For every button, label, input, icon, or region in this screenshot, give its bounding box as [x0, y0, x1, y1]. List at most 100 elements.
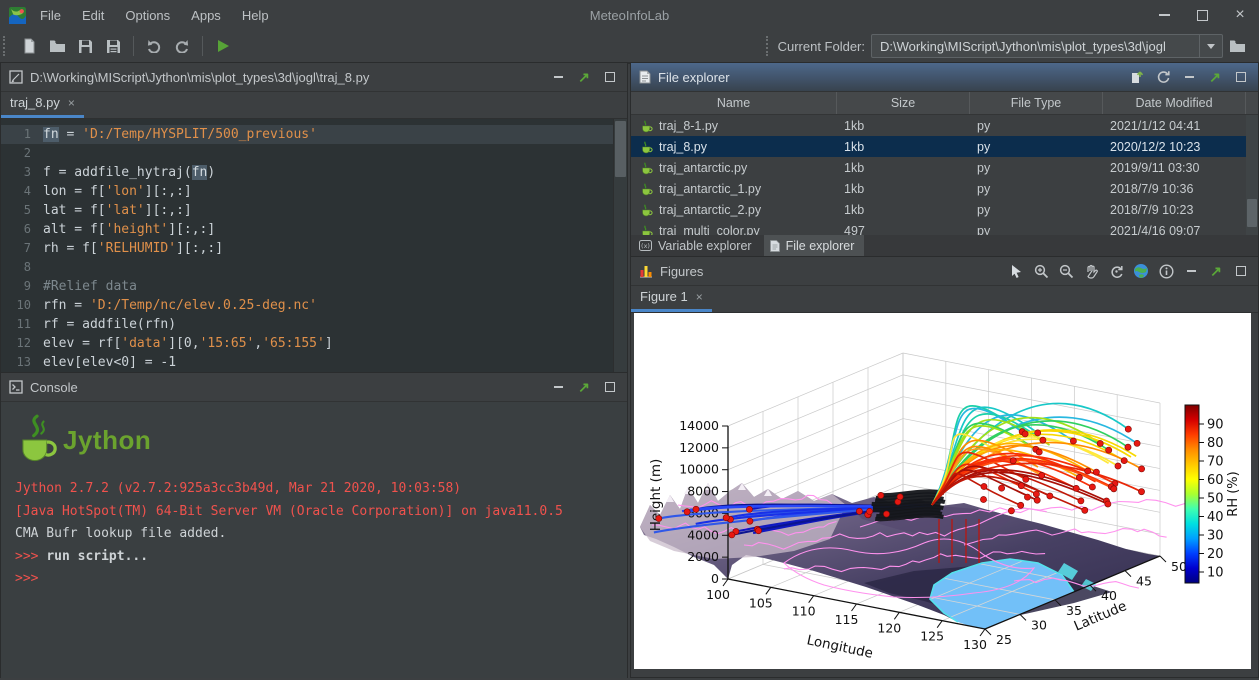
figure-tab-close-icon[interactable]: ×: [696, 290, 703, 304]
console-minimize-button[interactable]: [547, 376, 569, 398]
code-editor-area[interactable]: 1fn = 'D:/Temp/HYSPLIT/500_previous'23f …: [1, 119, 627, 372]
current-folder-label: Current Folder:: [778, 39, 865, 54]
editor-tab-traj8[interactable]: traj_8.py ×: [1, 90, 84, 118]
redo-icon: [174, 39, 190, 53]
code-line[interactable]: 9#Relief data: [1, 277, 627, 296]
pan-tool-button[interactable]: [1080, 260, 1102, 282]
rotate-tool-button[interactable]: [1105, 260, 1127, 282]
code-line[interactable]: 10rfn = 'D:/Temp/nc/elev.0.25-deg.nc': [1, 296, 627, 315]
window-close-button[interactable]: ×: [1221, 0, 1259, 30]
menu-options[interactable]: Options: [125, 8, 170, 23]
menu-help[interactable]: Help: [242, 8, 269, 23]
tab-variable-explorer[interactable]: (x)Variable explorer: [633, 235, 762, 256]
globe-icon: [1133, 263, 1149, 279]
python-file-icon: [640, 182, 654, 196]
python-file-icon: [640, 119, 654, 133]
code-line[interactable]: 12elev = rf['data'][0,'15:65','65:155']: [1, 334, 627, 353]
save-as-button[interactable]: [100, 34, 126, 58]
colorbar-label: RH (%): [1226, 471, 1241, 516]
code-line[interactable]: 1fn = 'D:/Temp/HYSPLIT/500_previous': [1, 125, 627, 144]
window-minimize-button[interactable]: [1145, 0, 1183, 30]
info-tool-button[interactable]: [1155, 260, 1177, 282]
column-header-file-type[interactable]: File Type: [970, 92, 1103, 114]
line-number: 11: [1, 315, 43, 334]
menu-apps[interactable]: Apps: [191, 8, 221, 23]
console-float-button[interactable]: ↗: [573, 376, 595, 398]
console-maximize-button[interactable]: [599, 376, 621, 398]
figures-minimize-button[interactable]: [1180, 260, 1202, 282]
console-body[interactable]: Jython Jython 2.7.2 (v2.7.2:925a3cc3b49d…: [1, 402, 627, 678]
code-line[interactable]: 13elev[elev<0] = -1: [1, 353, 627, 372]
column-header-name[interactable]: Name: [631, 92, 837, 114]
file-explorer-maximize-button[interactable]: [1230, 66, 1252, 88]
x-tick-label: 115: [835, 612, 859, 627]
table-row[interactable]: traj_antarctic_2.py1kbpy2018/7/9 10:23: [631, 199, 1258, 220]
window-maximize-button[interactable]: [1183, 0, 1221, 30]
editor-scrollbar[interactable]: [613, 119, 627, 372]
folder-bar-drag-handle[interactable]: [766, 36, 773, 56]
line-number: 10: [1, 296, 43, 315]
x-tick-label: 120: [877, 620, 901, 635]
code-line[interactable]: 8: [1, 258, 627, 277]
figures-maximize-button[interactable]: [1230, 260, 1252, 282]
globe-tool-button[interactable]: [1130, 260, 1152, 282]
figures-float-button[interactable]: ↗: [1205, 260, 1227, 282]
code-line[interactable]: 3f = addfile_hytraj(fn): [1, 163, 627, 182]
table-row[interactable]: traj_8.py1kbpy2020/12/2 10:23: [631, 136, 1258, 157]
code-line[interactable]: 11rf = addfile(rfn): [1, 315, 627, 334]
file-name: traj_8.py: [659, 140, 707, 154]
file-size: 1kb: [837, 203, 970, 217]
tab-file-explorer[interactable]: File explorer: [764, 235, 865, 256]
figure-3d-plot[interactable]: 0200040006000800010000120001400010010511…: [634, 313, 1251, 669]
editor-panel: D:\Working\MIScript\Jython\mis\plot_type…: [0, 62, 628, 372]
current-folder-dropdown-button[interactable]: [1199, 35, 1222, 57]
file-name: traj_antarctic_2.py: [659, 203, 761, 217]
menu-edit[interactable]: Edit: [82, 8, 104, 23]
current-folder-input[interactable]: [871, 34, 1223, 58]
redo-button[interactable]: [169, 34, 195, 58]
browse-folder-button[interactable]: [1224, 34, 1250, 58]
open-folder-icon: [49, 39, 66, 53]
editor-float-button[interactable]: ↗: [573, 66, 595, 88]
table-row[interactable]: traj_antarctic_1.py1kbpy2018/7/9 10:36: [631, 178, 1258, 199]
zoom-in-tool-button[interactable]: [1030, 260, 1052, 282]
code-line[interactable]: 6alt = f['height'][:,:]: [1, 220, 627, 239]
file-date: 2018/7/9 10:23: [1103, 203, 1246, 217]
line-number: 8: [1, 258, 43, 277]
cursor-icon: [1009, 264, 1023, 279]
pointer-tool-button[interactable]: [1005, 260, 1027, 282]
y-tick-label: 30: [1031, 617, 1047, 632]
tab-close-icon[interactable]: ×: [68, 96, 75, 110]
run-script-button[interactable]: [210, 34, 236, 58]
code-line[interactable]: 5lat = f['lat'][:,:]: [1, 201, 627, 220]
terminal-icon: [9, 380, 23, 394]
toolbar-drag-handle[interactable]: [3, 36, 10, 56]
code-line[interactable]: 4lon = f['lon'][:,:]: [1, 182, 627, 201]
menu-file[interactable]: File: [40, 8, 61, 23]
file-explorer-float-button[interactable]: ↗: [1204, 66, 1226, 88]
console-line: [Java HotSpot(TM) 64-Bit Server VM (Orac…: [15, 501, 627, 524]
refresh-button[interactable]: [1152, 66, 1174, 88]
table-row[interactable]: traj_antarctic.py1kbpy2019/9/11 03:30: [631, 157, 1258, 178]
column-header-date-modified[interactable]: Date Modified: [1103, 92, 1246, 114]
table-row[interactable]: traj_8-1.py1kbpy2021/1/12 04:41: [631, 115, 1258, 136]
undo-button[interactable]: [141, 34, 167, 58]
figure-canvas[interactable]: 0200040006000800010000120001400010010511…: [634, 313, 1251, 669]
zoom-out-tool-button[interactable]: [1055, 260, 1077, 282]
table-row[interactable]: traj_multi_color.py497py2021/4/16 09:07: [631, 220, 1258, 235]
column-header-size[interactable]: Size: [837, 92, 970, 114]
file-date: 2019/9/11 03:30: [1103, 161, 1246, 175]
open-file-button[interactable]: [44, 34, 70, 58]
import-file-button[interactable]: [1126, 66, 1148, 88]
editor-maximize-button[interactable]: [599, 66, 621, 88]
file-explorer-minimize-button[interactable]: [1178, 66, 1200, 88]
new-file-button[interactable]: [16, 34, 42, 58]
code-line[interactable]: 7rh = f['RELHUMID'][:,:]: [1, 239, 627, 258]
figure-1-tab[interactable]: Figure 1 ×: [631, 284, 712, 312]
file-table-scrollbar[interactable]: [1246, 115, 1258, 235]
title-bar: FileEditOptionsAppsHelp MeteoInfoLab ×: [0, 0, 1259, 31]
editor-minimize-button[interactable]: [547, 66, 569, 88]
save-button[interactable]: [72, 34, 98, 58]
code-line[interactable]: 2: [1, 144, 627, 163]
menu-bar: File Edit Options Apps Help: [40, 8, 290, 23]
